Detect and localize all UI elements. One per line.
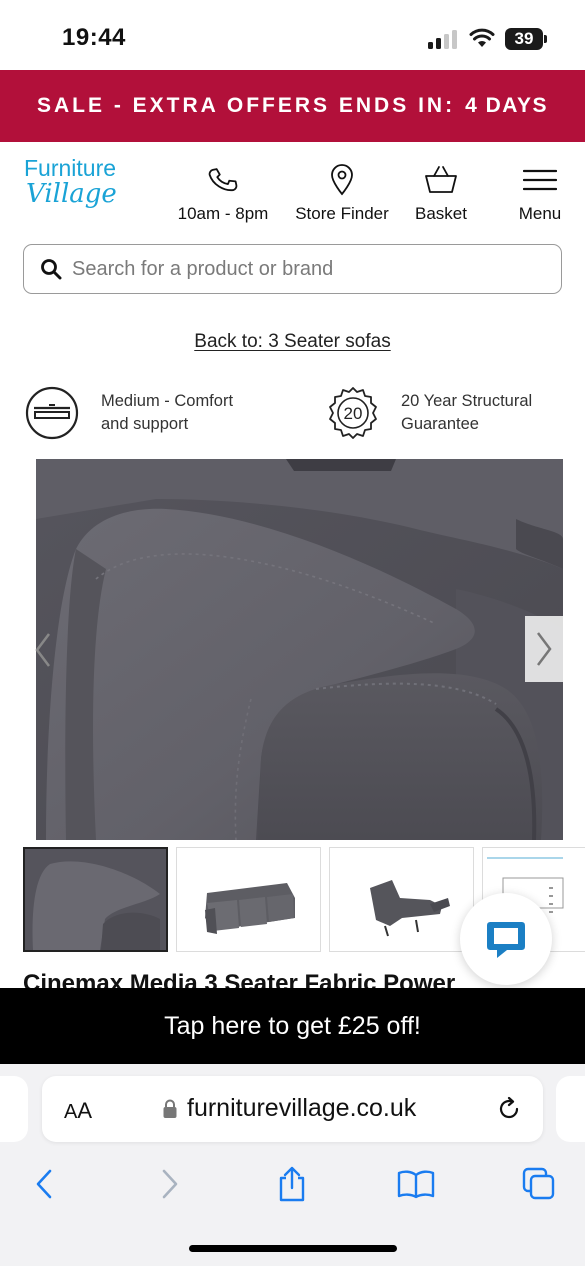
next-image-button[interactable]	[525, 616, 563, 682]
share-icon	[279, 1166, 305, 1202]
text-size-big-a: A	[77, 1098, 93, 1123]
discount-promo-bar[interactable]: Tap here to get £25 off!	[0, 988, 585, 1064]
reload-icon[interactable]	[496, 1096, 522, 1122]
location-pin-icon	[331, 164, 353, 196]
status-time: 19:44	[62, 24, 126, 51]
search-bar[interactable]	[23, 244, 562, 294]
search-input[interactable]	[72, 257, 512, 281]
thumbnail-3[interactable]	[329, 847, 474, 952]
sale-banner-text: SALE - EXTRA OFFERS ENDS IN:	[36, 94, 456, 117]
comfort-text-line-2: and support	[101, 415, 189, 433]
logo-line-1: Furniture	[24, 155, 117, 181]
guarantee-badge-number: 20	[344, 404, 363, 423]
thumbnail-armrest-image	[25, 849, 166, 950]
lock-icon	[163, 1099, 177, 1118]
browser-back-button[interactable]	[22, 1162, 66, 1206]
sale-countdown: 4 DAYS	[465, 94, 548, 117]
thumbnail-recliner-image	[330, 848, 473, 951]
thumbnail-2[interactable]	[176, 847, 321, 952]
chat-bubble-icon	[487, 922, 525, 958]
cellular-signal-icon	[428, 29, 458, 49]
menu-button[interactable]: Menu	[510, 164, 570, 224]
comfort-feature: Medium - Comfort and support	[25, 386, 271, 440]
store-finder-label: Store Finder	[295, 204, 389, 223]
browser-forward-button[interactable]	[148, 1162, 192, 1206]
browser-toolbar: AA furniturevillage.co.uk	[0, 1064, 585, 1266]
furniture-village-logo[interactable]: Furniture Village	[24, 156, 134, 216]
status-bar: 19:44 39	[0, 0, 585, 70]
tabs-icon	[522, 1167, 555, 1200]
text-size-button[interactable]: AA	[64, 1098, 92, 1124]
product-title: Cinemax Media 3 Seater Fabric Power	[23, 970, 456, 988]
chevron-right-icon	[537, 632, 552, 666]
search-icon	[41, 259, 62, 280]
next-tab-preview[interactable]	[556, 1076, 585, 1142]
product-main-image[interactable]	[36, 459, 563, 840]
share-button[interactable]	[270, 1162, 314, 1206]
promo-text: Tap here to get £25 off!	[164, 1011, 421, 1040]
url-text: furniturevillage.co.uk	[187, 1094, 417, 1122]
opening-hours-label: 10am - 8pm	[177, 204, 269, 223]
store-finder-link[interactable]: Store Finder	[288, 164, 396, 224]
comfort-text-line-1: Medium - Comfort	[101, 392, 234, 410]
opening-hours-link[interactable]: 10am - 8pm	[172, 164, 274, 224]
back-to-category-link[interactable]: Back to: 3 Seater sofas	[194, 331, 390, 352]
address-bar[interactable]: AA furniturevillage.co.uk	[42, 1076, 543, 1142]
previous-tab-preview[interactable]	[0, 1076, 28, 1142]
thumbnail-sofa-front-image	[177, 848, 320, 951]
site-header: Furniture Village 10am - 8pm Store Finde…	[0, 142, 585, 232]
basket-link[interactable]: Basket	[408, 164, 474, 224]
chevron-left-icon	[36, 1169, 52, 1199]
hamburger-menu-icon	[523, 169, 557, 191]
guarantee-text-line-1: 20 Year Structural	[401, 392, 533, 410]
url-display[interactable]: furniturevillage.co.uk	[162, 1094, 416, 1123]
basket-icon	[425, 166, 457, 193]
basket-label: Basket	[415, 204, 467, 223]
chevron-left-icon	[35, 633, 50, 667]
tabs-button[interactable]	[517, 1162, 561, 1206]
guarantee-feature: 20 20 Year Structural Guarantee	[326, 386, 561, 440]
breadcrumb: Back to: 3 Seater sofas	[0, 331, 585, 353]
home-indicator	[189, 1245, 397, 1252]
bookmarks-button[interactable]	[394, 1162, 438, 1206]
phone-icon	[208, 168, 238, 192]
previous-image-button[interactable]	[26, 628, 60, 672]
sale-banner[interactable]: SALE - EXTRA OFFERS ENDS IN: 4 DAYS	[0, 70, 585, 142]
comfort-seat-icon	[25, 386, 79, 440]
battery-icon: 39	[505, 28, 547, 50]
logo-line-2: Village	[26, 179, 117, 209]
thumbnail-1[interactable]	[23, 847, 168, 952]
book-icon	[397, 1170, 435, 1199]
sofa-armrest-photo	[36, 459, 563, 840]
wifi-icon	[469, 28, 495, 47]
chevron-right-icon	[162, 1169, 178, 1199]
menu-label: Menu	[518, 204, 562, 223]
guarantee-badge-icon: 20	[329, 387, 377, 439]
text-size-small-a: A	[64, 1101, 78, 1123]
guarantee-text-line-2: Guarantee	[401, 415, 479, 433]
